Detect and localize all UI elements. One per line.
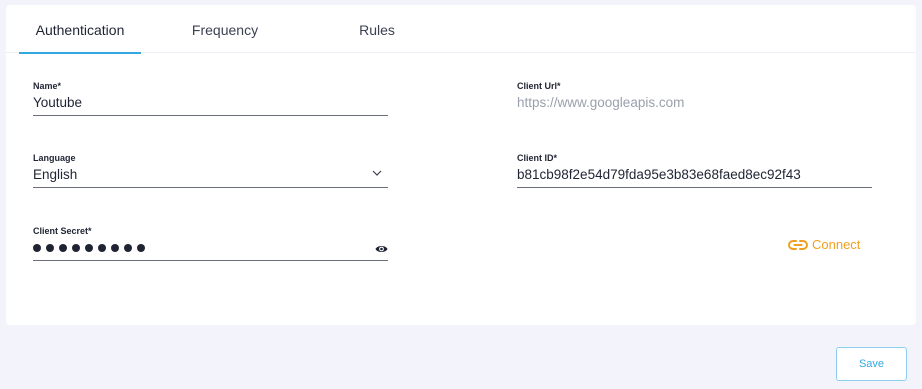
name-field[interactable]: Name* Youtube	[33, 81, 388, 121]
secret-dot	[59, 244, 67, 252]
language-value[interactable]: English	[33, 167, 77, 182]
secret-dot	[46, 244, 54, 252]
name-label: Name*	[33, 81, 62, 91]
chevron-down-icon[interactable]	[371, 167, 383, 179]
client-secret-field[interactable]: Client Secret*	[33, 226, 388, 266]
client-secret-underline	[33, 260, 388, 261]
name-underline	[33, 115, 388, 116]
client-secret-input[interactable]	[33, 244, 145, 254]
client-url-field[interactable]: Client Url* https://www.googleapis.com	[517, 81, 872, 121]
connect-button[interactable]: Connect	[788, 237, 860, 252]
tab-bar: Authentication Frequency Rules	[6, 5, 916, 54]
client-id-field[interactable]: Client ID* b81cb98f2e54d79fda95e3b83e68f…	[517, 153, 872, 193]
name-input[interactable]: Youtube	[33, 95, 82, 110]
client-id-label: Client ID*	[517, 153, 558, 163]
tab-rules[interactable]: Rules	[346, 5, 408, 53]
secret-dot	[72, 244, 80, 252]
client-url-input[interactable]: https://www.googleapis.com	[517, 95, 684, 110]
secret-dot	[85, 244, 93, 252]
secret-dot	[124, 244, 132, 252]
secret-dot	[137, 244, 145, 252]
tab-frequency[interactable]: Frequency	[182, 5, 268, 53]
tab-authentication[interactable]: Authentication	[19, 5, 141, 54]
secret-dot	[33, 244, 41, 252]
secret-dot	[98, 244, 106, 252]
eye-icon[interactable]	[375, 244, 388, 254]
link-icon	[788, 239, 808, 250]
language-underline	[33, 187, 388, 188]
language-select[interactable]: Language English	[33, 153, 388, 193]
client-secret-label: Client Secret*	[33, 226, 92, 236]
language-label: Language	[33, 153, 76, 163]
client-id-underline	[517, 187, 872, 188]
client-url-label: Client Url*	[517, 81, 561, 91]
connect-label: Connect	[812, 237, 861, 252]
save-button[interactable]: Save	[836, 347, 907, 381]
secret-dot	[111, 244, 119, 252]
client-id-input[interactable]: b81cb98f2e54d79fda95e3b83e68faed8ec92f43	[517, 167, 801, 182]
